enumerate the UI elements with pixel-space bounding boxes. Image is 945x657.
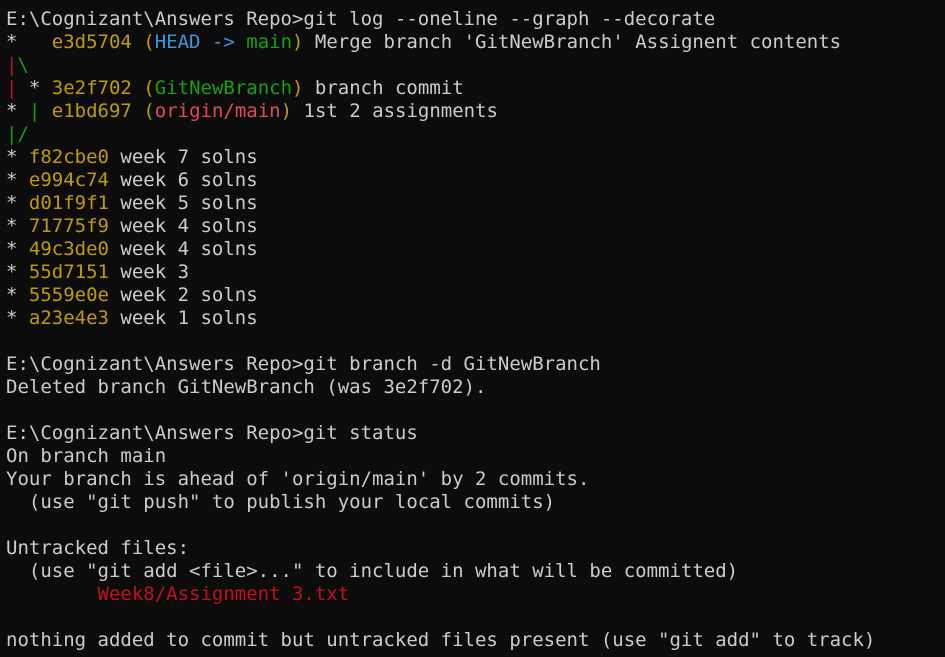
- terminal-line: nothing added to commit but untracked fi…: [6, 629, 945, 652]
- terminal-line: Deleted branch GitNewBranch (was 3e2f702…: [6, 376, 945, 399]
- terminal-line: * | e1bd697 (origin/main) 1st 2 assignme…: [6, 100, 945, 123]
- terminal-text-segment: |: [6, 77, 18, 99]
- terminal-text-segment: *: [6, 31, 52, 53]
- terminal-text-segment: |/: [6, 123, 29, 145]
- terminal-text-segment: *: [6, 146, 29, 168]
- terminal-line: * 55d7151 week 3: [6, 261, 945, 284]
- terminal-text-segment: *: [6, 307, 29, 329]
- terminal-line: * e3d5704 (HEAD -> main) Merge branch 'G…: [6, 31, 945, 54]
- terminal-text-segment: (use "git push" to publish your local co…: [6, 491, 556, 513]
- terminal-text-segment: *: [6, 215, 29, 237]
- terminal-text-segment: week 4 solns: [108, 215, 258, 237]
- terminal-line: On branch main: [6, 445, 945, 468]
- terminal-text-segment: E:\Cognizant\Answers Repo>git status: [6, 422, 418, 444]
- terminal-text-segment: 49c3de0: [28, 238, 109, 260]
- terminal-text-segment: |: [28, 100, 41, 122]
- terminal-text-segment: e3d5704: [51, 31, 132, 53]
- terminal-line: | * 3e2f702 (GitNewBranch) branch commit: [6, 77, 945, 100]
- terminal-text-segment: ): [280, 100, 293, 122]
- terminal-text-segment: week 1 solns: [108, 307, 258, 329]
- terminal-text-segment: 5559e0e: [28, 284, 109, 306]
- terminal-text-segment: ): [292, 77, 304, 99]
- terminal-text-segment: (use "git add <file>..." to include in w…: [6, 560, 739, 582]
- terminal-text-segment: week 7 solns: [108, 146, 258, 168]
- terminal-text-segment: origin/main: [154, 100, 281, 122]
- terminal-text-segment: Untracked files:: [6, 537, 190, 559]
- terminal-line: Untracked files:: [6, 537, 945, 560]
- terminal-text-segment: E:\Cognizant\Answers Repo>git log --onel…: [6, 8, 716, 30]
- terminal-text-segment: *: [6, 284, 29, 306]
- terminal-line: * 71775f9 week 4 solns: [6, 215, 945, 238]
- terminal-line: * d01f9f1 week 5 solns: [6, 192, 945, 215]
- terminal-text-segment: E:\Cognizant\Answers Repo>git branch -d …: [6, 353, 601, 375]
- terminal-text-segment: On branch main: [6, 445, 167, 467]
- terminal-text-segment: *: [17, 77, 52, 99]
- terminal-text-segment: 3e2f702: [51, 77, 132, 99]
- terminal-text-segment: 71775f9: [28, 215, 109, 237]
- terminal-line: E:\Cognizant\Answers Repo>git status: [6, 422, 945, 445]
- terminal-text-segment: GitNewBranch: [154, 77, 293, 99]
- terminal-line: * e994c74 week 6 solns: [6, 169, 945, 192]
- terminal-text-segment: HEAD ->: [154, 31, 247, 53]
- terminal-line: * a23e4e3 week 1 solns: [6, 307, 945, 330]
- terminal-text-segment: |: [6, 54, 18, 76]
- terminal-text-segment: main: [246, 31, 293, 53]
- terminal-line: |/: [6, 123, 945, 146]
- terminal-text-segment: a23e4e3: [28, 307, 109, 329]
- terminal-line: |\: [6, 54, 945, 77]
- terminal-text-segment: week 6 solns: [108, 169, 258, 191]
- terminal-text-segment: e994c74: [28, 169, 109, 191]
- terminal-text-segment: (: [131, 77, 155, 99]
- terminal-text-segment: nothing added to commit but untracked fi…: [6, 629, 876, 651]
- terminal-line: (use "git add <file>..." to include in w…: [6, 560, 945, 583]
- terminal-text-segment: Merge branch 'GitNewBranch' Assignent co…: [303, 31, 842, 53]
- terminal-line: * 5559e0e week 2 solns: [6, 284, 945, 307]
- terminal-line: * 49c3de0 week 4 solns: [6, 238, 945, 261]
- terminal-line: E:\Cognizant\Answers Repo>git branch -d …: [6, 353, 945, 376]
- terminal-text-segment: week 5 solns: [108, 192, 258, 214]
- terminal-text-segment: Week8/Assignment 3.txt: [97, 583, 350, 605]
- terminal-text-segment: Deleted branch GitNewBranch (was 3e2f702…: [6, 376, 487, 398]
- terminal-text-segment: e1bd697: [51, 100, 132, 122]
- terminal-text-segment: 55d7151: [28, 261, 109, 283]
- terminal-line: Your branch is ahead of 'origin/main' by…: [6, 468, 945, 491]
- terminal-line: E:\Cognizant\Answers Repo>git log --onel…: [6, 8, 945, 31]
- terminal-text-segment: (: [131, 100, 155, 122]
- terminal-text-segment: week 4 solns: [108, 238, 258, 260]
- terminal-text-segment: ): [292, 31, 304, 53]
- terminal-text-segment: d01f9f1: [28, 192, 109, 214]
- terminal-line: Week8/Assignment 3.txt: [6, 583, 945, 606]
- terminal-text-segment: (: [131, 31, 155, 53]
- terminal-text-segment: branch commit: [303, 77, 464, 99]
- terminal-line: * f82cbe0 week 7 solns: [6, 146, 945, 169]
- terminal-text-segment: *: [6, 192, 29, 214]
- terminal-text-segment: *: [6, 169, 29, 191]
- terminal-text-segment: *: [6, 100, 29, 122]
- terminal-text-segment: \: [17, 54, 29, 76]
- terminal-window[interactable]: E:\Cognizant\Answers Repo>git log --onel…: [0, 0, 945, 657]
- terminal-text-segment: week 3: [108, 261, 190, 283]
- terminal-line: (use "git push" to publish your local co…: [6, 491, 945, 514]
- terminal-text-segment: *: [6, 261, 29, 283]
- terminal-text-segment: f82cbe0: [28, 146, 109, 168]
- terminal-text-segment: week 2 solns: [108, 284, 258, 306]
- terminal-text-segment: Your branch is ahead of 'origin/main' by…: [6, 468, 590, 490]
- terminal-text-segment: 1st 2 assignments: [292, 100, 498, 122]
- terminal-text-segment: *: [6, 238, 29, 260]
